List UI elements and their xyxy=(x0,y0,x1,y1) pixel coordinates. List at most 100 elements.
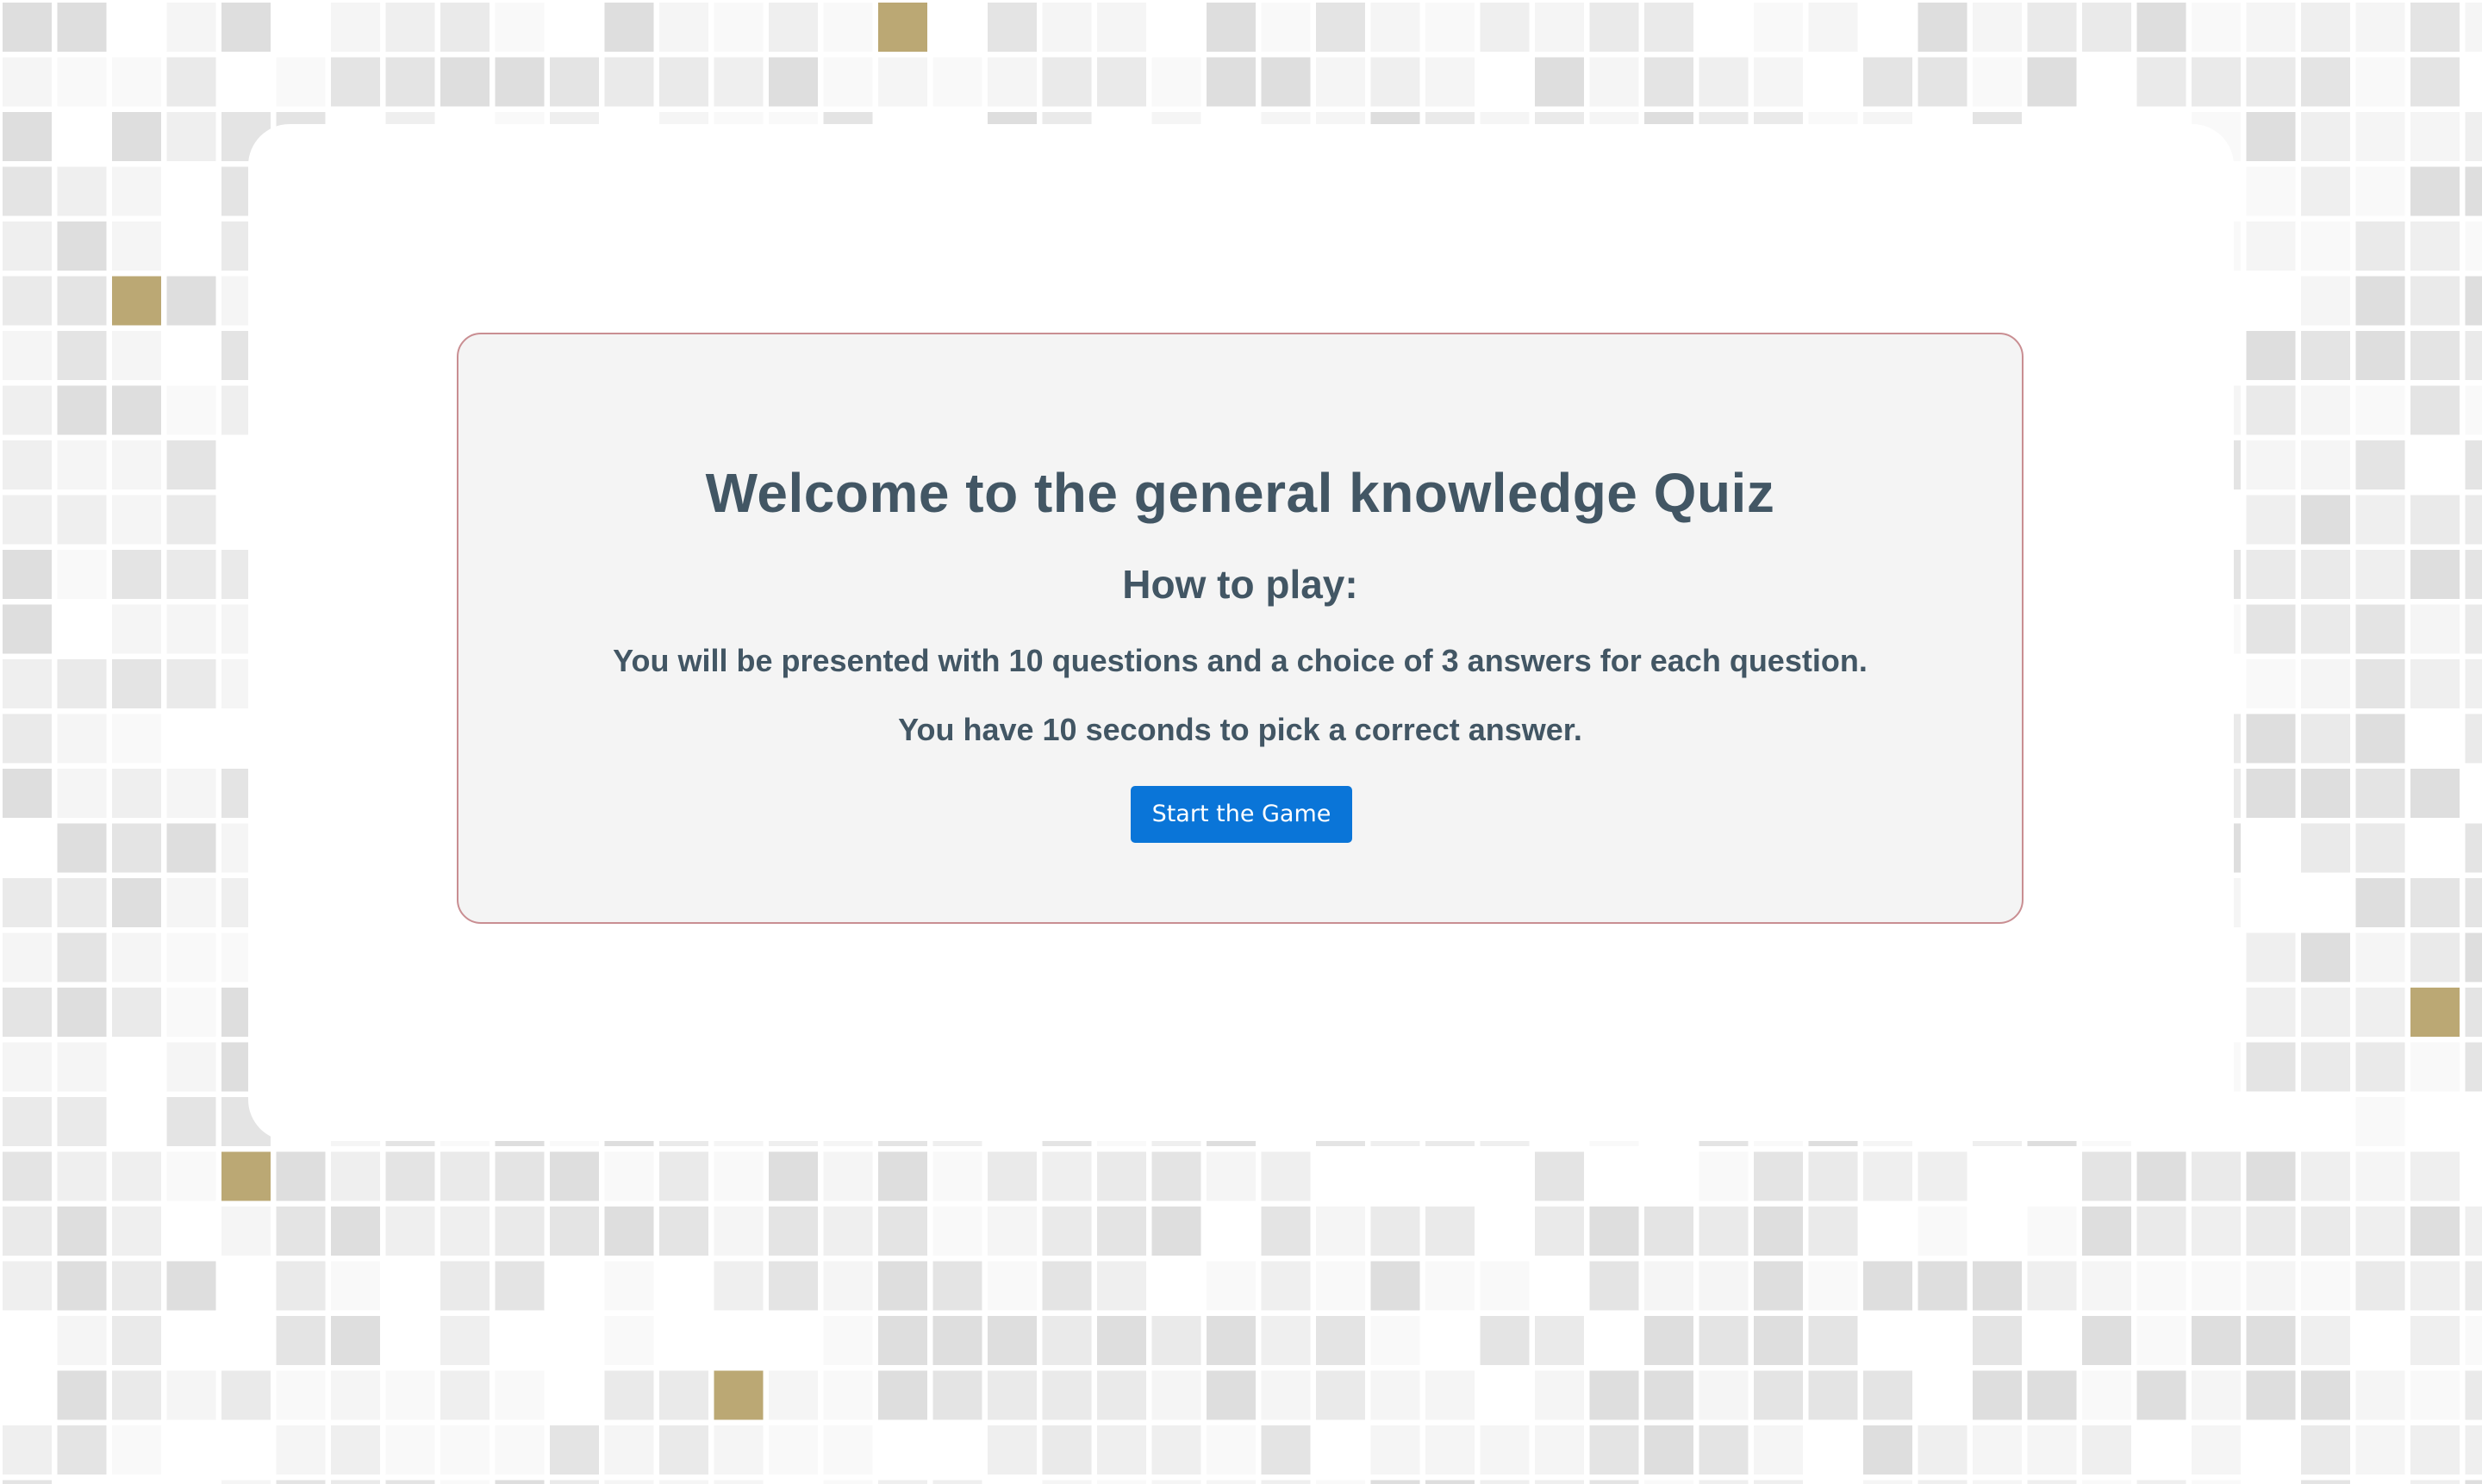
background-tile xyxy=(2465,1370,2482,1420)
background-tile xyxy=(112,495,161,545)
background-tile xyxy=(714,1425,764,1475)
background-tile xyxy=(2246,823,2296,873)
background-tile xyxy=(2246,221,2296,271)
background-tile xyxy=(1480,1425,1530,1475)
background-tile xyxy=(714,57,764,107)
background-tile xyxy=(1042,57,1092,107)
background-tile xyxy=(1097,1261,1146,1311)
background-tile xyxy=(440,1480,490,1484)
background-tile xyxy=(2355,1316,2405,1365)
background-tile xyxy=(1370,1151,1420,1201)
background-tile xyxy=(3,1151,52,1201)
background-tile xyxy=(112,1370,161,1420)
background-tile xyxy=(2410,1207,2460,1256)
background-tile xyxy=(331,1480,380,1484)
background-tile xyxy=(2192,3,2241,52)
rule-timer-text: You have 10 seconds to pick a correct an… xyxy=(898,712,1582,747)
background-tile xyxy=(2027,1151,2077,1201)
background-tile xyxy=(1151,1207,1201,1256)
background-tile xyxy=(2136,1151,2186,1201)
background-tile xyxy=(2465,112,2482,161)
background-tile xyxy=(3,276,52,326)
background-tile xyxy=(2192,1316,2241,1365)
background-tile xyxy=(1425,1316,1475,1365)
background-tile xyxy=(112,112,161,161)
background-tile xyxy=(2410,769,2460,818)
background-tile xyxy=(3,1370,52,1420)
background-tile xyxy=(1973,57,2022,107)
background-tile xyxy=(3,57,52,107)
background-tile xyxy=(1863,57,1912,107)
background-tile xyxy=(1589,1370,1639,1420)
background-tile xyxy=(2465,1042,2482,1092)
background-tile xyxy=(1589,1480,1639,1484)
background-tile xyxy=(1754,1316,1803,1365)
background-tile xyxy=(2465,878,2482,927)
background-tile xyxy=(2410,385,2460,435)
background-tile xyxy=(166,1261,216,1311)
background-tile xyxy=(1370,57,1420,107)
background-tile xyxy=(1316,1425,1365,1475)
background-tile xyxy=(1042,1207,1092,1256)
background-tile xyxy=(659,1207,708,1256)
background-tile xyxy=(2246,1151,2296,1201)
background-tile xyxy=(57,878,107,927)
background-tile xyxy=(2301,57,2350,107)
background-tile xyxy=(57,1370,107,1420)
background-tile xyxy=(550,1207,599,1256)
background-tile xyxy=(2136,1480,2186,1484)
background-tile xyxy=(1535,1261,1584,1311)
background-tile xyxy=(3,495,52,545)
background-tile xyxy=(166,1425,216,1475)
start-game-button[interactable]: Start the Game xyxy=(1131,786,1352,843)
background-tile xyxy=(1370,1316,1420,1365)
background-tile xyxy=(2192,1261,2241,1311)
background-tile xyxy=(1207,1207,1256,1256)
background-tile xyxy=(1808,1425,1858,1475)
background-tile xyxy=(604,1316,654,1365)
background-tile xyxy=(604,1207,654,1256)
background-tile xyxy=(221,1261,271,1311)
background-tile xyxy=(604,1425,654,1475)
background-tile xyxy=(2192,1480,2241,1484)
background-tile xyxy=(714,1151,764,1201)
background-tile xyxy=(112,3,161,52)
background-tile xyxy=(2465,1480,2482,1484)
background-tile xyxy=(2410,112,2460,161)
background-tile xyxy=(112,1042,161,1092)
background-tile xyxy=(2136,1261,2186,1311)
background-tile xyxy=(2301,385,2350,435)
background-tile xyxy=(2027,57,2077,107)
background-tile xyxy=(57,604,107,654)
background-tile xyxy=(495,1207,545,1256)
background-tile xyxy=(2136,1316,2186,1365)
background-tile xyxy=(166,1480,216,1484)
background-tile xyxy=(3,932,52,982)
background-tile xyxy=(2465,331,2482,380)
background-tile xyxy=(2410,1261,2460,1311)
background-tile xyxy=(1754,1207,1803,1256)
background-tile xyxy=(2355,112,2405,161)
background-tile xyxy=(112,550,161,599)
background-tile xyxy=(112,878,161,927)
background-tile xyxy=(1425,1480,1475,1484)
background-tile xyxy=(385,1151,435,1201)
background-tile xyxy=(2355,276,2405,326)
background-tile xyxy=(440,1207,490,1256)
background-tile xyxy=(221,1425,271,1475)
background-tile xyxy=(604,3,654,52)
background-tile xyxy=(769,1480,818,1484)
background-tile xyxy=(2465,659,2482,708)
background-tile xyxy=(2355,3,2405,52)
background-tile xyxy=(2355,385,2405,435)
background-tile xyxy=(166,932,216,982)
background-tile xyxy=(2246,1042,2296,1092)
background-tile xyxy=(495,57,545,107)
background-tile xyxy=(1808,1261,1858,1311)
background-tile xyxy=(1699,1425,1749,1475)
background-tile xyxy=(878,1316,927,1365)
background-tile xyxy=(1370,1261,1420,1311)
background-tile xyxy=(1316,1480,1365,1484)
background-tile xyxy=(2246,57,2296,107)
background-tile xyxy=(878,1370,927,1420)
